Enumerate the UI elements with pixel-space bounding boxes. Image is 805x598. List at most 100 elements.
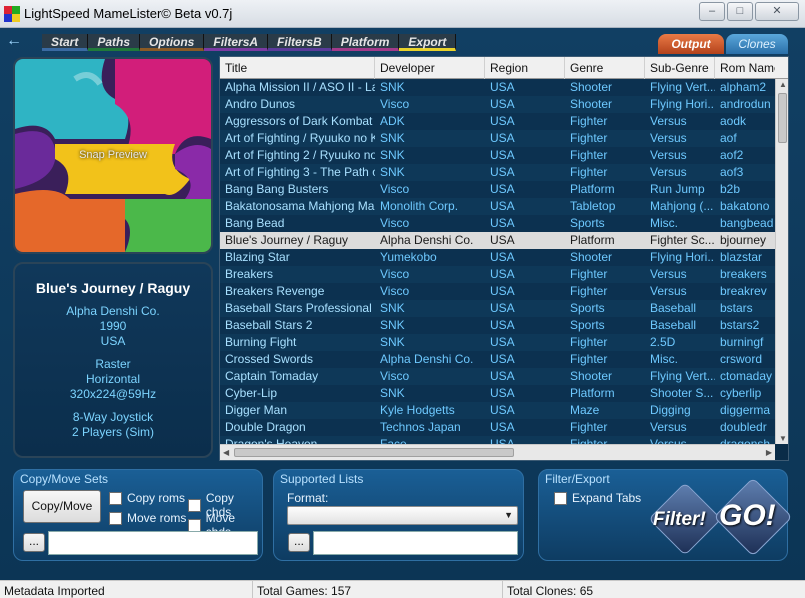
game-players: 2 Players (Sim): [71, 425, 154, 439]
cell-romname: bakatono: [720, 199, 770, 213]
cell-developer: SNK: [380, 386, 405, 400]
cell-developer: Visco: [380, 369, 410, 383]
cell-title: Baseball Stars Professional: [225, 301, 372, 315]
column-header-title[interactable]: Title: [220, 57, 375, 79]
table-row[interactable]: Art of Fighting 3 - The Path o... SNK USA F…: [220, 164, 775, 181]
table-row[interactable]: Art of Fighting / Ryuuko no K... SNK USA Fi…: [220, 130, 775, 147]
column-header-developer[interactable]: Developer: [375, 57, 485, 79]
menu-filtersb[interactable]: FiltersB: [268, 34, 332, 51]
vertical-scrollbar[interactable]: ▲ ▼: [775, 79, 788, 444]
table-row[interactable]: Bang Bead Visco USA Sports Misc. bangbead: [220, 215, 775, 232]
scroll-down-icon[interactable]: ▼: [779, 434, 787, 443]
format-select[interactable]: ▼: [287, 506, 518, 525]
copy-roms-checkbox[interactable]: Copy roms: [109, 491, 185, 505]
maximize-icon[interactable]: □: [727, 2, 753, 21]
table-row[interactable]: Double Dragon Technos Japan USA Fighter Vers…: [220, 419, 775, 436]
clones-tab[interactable]: Clones: [726, 34, 788, 54]
table-row[interactable]: Bang Bang Busters Visco USA Platform Run Jum…: [220, 181, 775, 198]
table-row[interactable]: Breakers Visco USA Fighter Versus breakers: [220, 266, 775, 283]
table-row[interactable]: Bakatonosama Mahjong Ma... Monolith Corp.…: [220, 198, 775, 215]
table-row[interactable]: Cyber-Lip SNK USA Platform Shooter S... cyber…: [220, 385, 775, 402]
table-row[interactable]: Breakers Revenge Visco USA Fighter Versus bre…: [220, 283, 775, 300]
supported-lists-browse-button[interactable]: ...: [288, 533, 310, 552]
cell-region: USA: [490, 335, 515, 349]
table-row[interactable]: Baseball Stars 2 SNK USA Sports Baseball bsta…: [220, 317, 775, 334]
scroll-left-icon[interactable]: ◀: [223, 448, 229, 457]
cell-title: Bang Bang Busters: [225, 182, 329, 196]
menu-paths[interactable]: Paths: [88, 34, 141, 51]
column-header-subgenre[interactable]: Sub-Genre: [645, 57, 715, 79]
table-row[interactable]: Andro Dunos Visco USA Shooter Flying Hori...…: [220, 96, 775, 113]
column-header-genre[interactable]: Genre: [565, 57, 645, 79]
scroll-up-icon[interactable]: ▲: [779, 80, 787, 89]
cell-title: Burning Fight: [225, 335, 297, 349]
copy-move-button[interactable]: Copy/Move: [23, 490, 101, 523]
column-header-romname[interactable]: Rom Name: [715, 57, 775, 79]
app-icon: [4, 6, 20, 22]
title-bar: LightSpeed MameLister© Beta v0.7j ‒ □ ✕: [0, 0, 805, 28]
table-row[interactable]: Art of Fighting 2 / Ryuuko no... SNK USA Fi…: [220, 147, 775, 164]
cell-developer: Face: [380, 437, 407, 444]
cell-genre: Sports: [570, 318, 605, 332]
back-arrow-icon[interactable]: ←: [6, 33, 24, 50]
copy-move-browse-button[interactable]: ...: [23, 533, 45, 552]
cell-romname: cyberlip: [720, 386, 762, 400]
cell-developer: Visco: [380, 97, 410, 111]
cell-title: Double Dragon: [225, 420, 306, 434]
table-row[interactable]: Blazing Star Yumekobo USA Shooter Flying Hor…: [220, 249, 775, 266]
close-icon[interactable]: ✕: [755, 2, 799, 21]
cell-region: USA: [490, 216, 515, 230]
cell-developer: Visco: [380, 182, 410, 196]
cell-developer: Monolith Corp.: [380, 199, 459, 213]
go-button[interactable]: GO!: [713, 475, 793, 557]
menu-filtersa[interactable]: FiltersA: [204, 34, 269, 51]
table-row[interactable]: Aggressors of Dark Kombat /... ADK USA Figh…: [220, 113, 775, 130]
game-title: Blue's Journey / Raguy: [35, 280, 191, 296]
cell-genre: Fighter: [570, 165, 608, 179]
horizontal-scroll-thumb[interactable]: [234, 448, 514, 457]
cell-region: USA: [490, 420, 515, 434]
menu-export[interactable]: Export: [399, 34, 457, 51]
cell-title: Andro Dunos: [225, 97, 296, 111]
menu-start[interactable]: Start: [42, 34, 89, 51]
vertical-scroll-thumb[interactable]: [778, 93, 787, 143]
table-row[interactable]: Digger Man Kyle Hodgetts USA Maze Digging dig…: [220, 402, 775, 419]
menu-options[interactable]: Options: [140, 34, 205, 51]
menu-platform[interactable]: Platform: [331, 34, 400, 51]
cell-subgenre: Run Jump: [650, 182, 705, 196]
table-row[interactable]: Alpha Mission II / ASO II - La... SNK USA S…: [220, 79, 775, 96]
horizontal-scrollbar[interactable]: ◀ ▶: [220, 444, 775, 460]
menu-bar: Start Paths Options FiltersA FiltersB Pl…: [42, 34, 457, 51]
status-bar: Metadata Imported Total Games: 157 Total…: [0, 580, 805, 598]
cell-developer: SNK: [380, 318, 405, 332]
cell-genre: Shooter: [570, 250, 613, 264]
cell-region: USA: [490, 386, 515, 400]
cell-genre: Fighter: [570, 267, 608, 281]
game-display-type: Raster: [95, 357, 131, 371]
table-row[interactable]: Captain Tomaday Visco USA Shooter Flying Ver…: [220, 368, 775, 385]
cell-region: USA: [490, 369, 515, 383]
supported-lists-path-input[interactable]: [313, 531, 518, 555]
cell-subgenre: Versus: [650, 420, 687, 434]
cell-romname: bstars2: [720, 318, 760, 332]
table-row[interactable]: Baseball Stars Professional SNK USA Sports B…: [220, 300, 775, 317]
table-row[interactable]: Dragon's Heaven Face USA Fighter Versus drago…: [220, 436, 775, 444]
move-roms-checkbox[interactable]: Move roms: [109, 511, 186, 525]
filter-export-panel: Filter/Export Expand Tabs Filter! GO!: [538, 469, 793, 561]
scroll-right-icon[interactable]: ▶: [766, 448, 772, 457]
column-header-region[interactable]: Region: [485, 57, 565, 79]
cell-genre: Fighter: [570, 437, 608, 444]
table-row[interactable]: Burning Fight SNK USA Fighter 2.5D burningf: [220, 334, 775, 351]
filter-button[interactable]: Filter!: [648, 482, 722, 556]
output-tab[interactable]: Output: [658, 34, 724, 54]
table-row[interactable]: Blue's Journey / Raguy Alpha Denshi Co. US…: [220, 232, 775, 249]
cell-genre: Fighter: [570, 148, 608, 162]
game-orientation: Horizontal: [85, 372, 141, 386]
cell-genre: Sports: [570, 216, 605, 230]
expand-tabs-checkbox[interactable]: Expand Tabs: [554, 491, 641, 505]
minimize-icon[interactable]: ‒: [699, 2, 725, 21]
copy-move-path-input[interactable]: [48, 531, 258, 555]
cell-genre: Fighter: [570, 114, 608, 128]
table-row[interactable]: Crossed Swords Alpha Denshi Co. USA Fighter…: [220, 351, 775, 368]
cell-subgenre: Misc.: [650, 352, 678, 366]
